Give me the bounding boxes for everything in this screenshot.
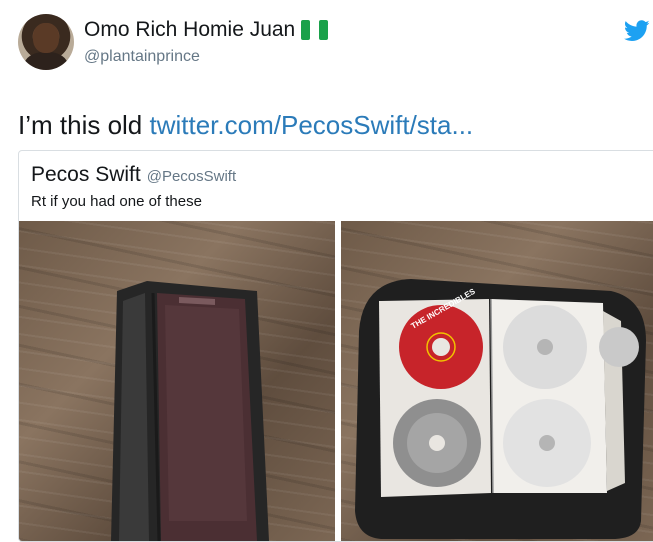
silver-disc [393,399,481,487]
white-disc-top [503,305,587,389]
quoted-tweet-card[interactable]: Pecos Swift @PecosSwift Rt if you had on… [18,150,653,542]
twitter-bird-icon[interactable] [624,20,650,42]
open-cd-case-illustration: THE INCREDIBLES [355,279,646,539]
tweet-body: I’m this old twitter.com/PecosSwift/sta.… [18,110,473,141]
closed-cd-case-photo[interactable] [19,221,335,541]
tweet-header: Omo Rich Homie Juan @plantainprince [0,0,653,90]
avatar[interactable] [18,14,74,70]
quoted-tweet-link[interactable]: twitter.com/PecosSwift/sta... [150,110,474,140]
quoted-author-handle[interactable]: @PecosSwift [147,168,236,185]
nigeria-flag-icon [301,20,329,40]
quoted-author-name[interactable]: Pecos Swift [31,163,141,187]
author-handle[interactable]: @plantainprince [84,48,200,66]
author-name-row: Omo Rich Homie Juan [84,18,329,42]
tweet-text: I’m this old [18,110,150,140]
quoted-tweet-header: Pecos Swift @PecosSwift [31,163,236,187]
author-name[interactable]: Omo Rich Homie Juan [84,18,295,42]
closed-cd-case-illustration [111,281,269,541]
avatar-shirt [24,52,68,70]
avatar-face [33,23,59,53]
open-cd-case-photo[interactable]: THE INCREDIBLES [341,221,653,541]
white-disc-bottom [503,399,591,487]
quoted-tweet-text: Rt if you had one of these [31,193,202,210]
